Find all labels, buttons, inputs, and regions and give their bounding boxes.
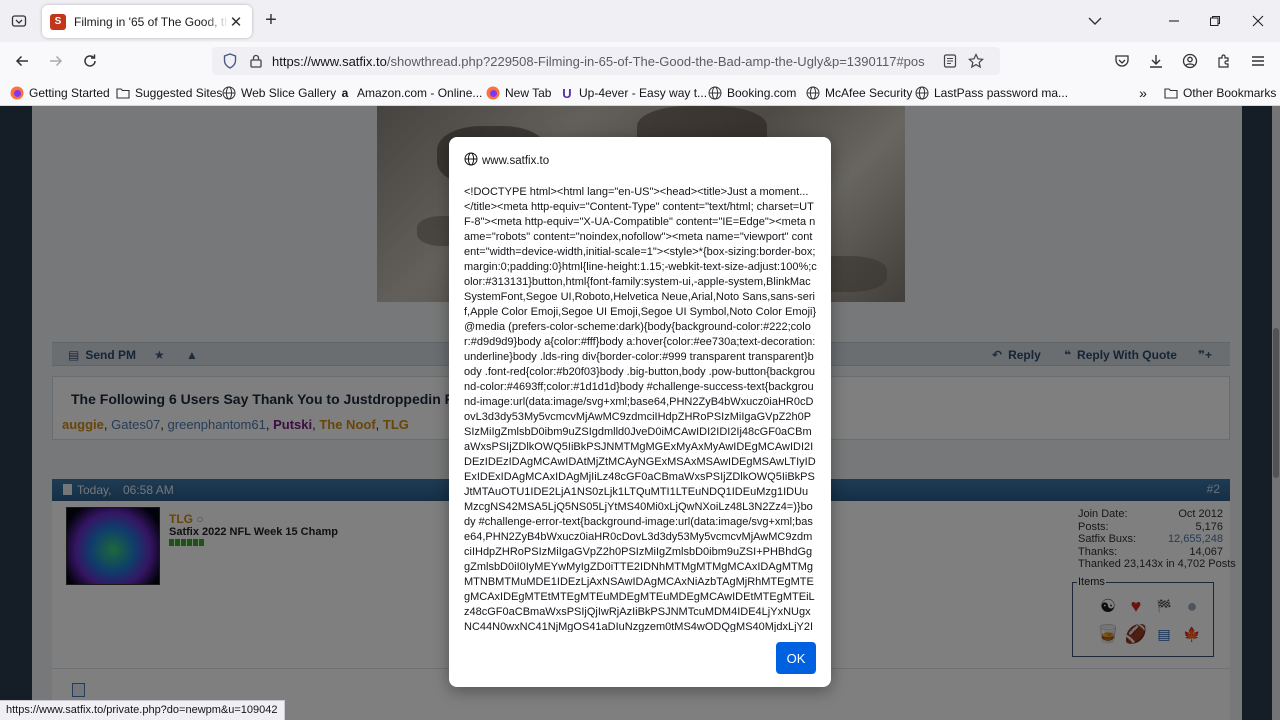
bookmark-label: Amazon.com - Online... (357, 86, 483, 100)
restore-button[interactable] (1201, 8, 1229, 34)
url-text[interactable]: https://www.satfix.to/showthread.php?229… (272, 54, 934, 69)
close-icon (1252, 15, 1264, 27)
downloads-button[interactable] (1144, 50, 1168, 72)
chevron-down-icon (1088, 17, 1102, 25)
app-menu-button[interactable] (1246, 50, 1270, 72)
lock-icon[interactable] (246, 54, 266, 68)
bookmark-star-icon[interactable] (966, 53, 986, 69)
alert-dialog: www.satfix.to <!DOCTYPE html><html lang=… (449, 137, 831, 687)
bookmark-lastpass[interactable]: LastPass password ma... (915, 84, 1068, 102)
tab-active[interactable]: S Filming in '65 of The Good, the Bad an… (42, 5, 252, 38)
puzzle-piece-icon (1218, 54, 1229, 68)
extensions-button[interactable] (1212, 50, 1236, 72)
folder-icon (116, 86, 130, 100)
u-icon: U (562, 85, 572, 101)
tracking-protection-shield-icon[interactable] (220, 53, 240, 69)
status-bar-link: https://www.satfix.to/private.php?do=new… (0, 700, 285, 720)
new-tab-button[interactable]: + (260, 10, 282, 32)
bookmark-label: Up-4ever - Easy way t... (579, 86, 708, 100)
back-button[interactable] (10, 50, 34, 72)
bookmark-booking[interactable]: Booking.com (708, 84, 796, 102)
bookmarks-overflow-button[interactable]: » (1136, 84, 1155, 102)
reload-button[interactable] (78, 50, 102, 72)
url-path: /showthread.php?229508-Filming-in-65-of-… (386, 53, 925, 69)
dialog-origin-text: www.satfix.to (482, 154, 550, 167)
tab-list-button[interactable] (8, 10, 30, 32)
globe-icon (915, 86, 929, 100)
pocket-button[interactable] (1110, 50, 1134, 72)
tab-title: Filming in '65 of The Good, the Bad and … (74, 14, 228, 29)
restore-icon (1210, 16, 1220, 26)
ok-button[interactable]: OK (776, 642, 816, 674)
other-bookmarks-label: Other Bookmarks (1183, 86, 1277, 100)
bookmark-new-tab[interactable]: New Tab (486, 84, 551, 102)
close-tab-icon[interactable]: ✕ (228, 13, 244, 31)
satfix-favicon-icon: S (50, 13, 66, 30)
bookmark-label: Booking.com (727, 86, 797, 100)
pocket-icon (1115, 55, 1129, 67)
bookmarks-toolbar: Getting Started Suggested Sites Web Slic… (0, 80, 1280, 106)
tab-bar: S Filming in '65 of The Good, the Bad an… (0, 0, 1280, 42)
forward-button[interactable] (44, 50, 68, 72)
bookmark-label: Web Slice Gallery (241, 86, 337, 100)
folder-icon (1164, 86, 1178, 100)
bookmark-web-slice-gallery[interactable]: Web Slice Gallery (222, 84, 336, 102)
bookmark-label: LastPass password ma... (934, 86, 1069, 100)
account-button[interactable] (1178, 50, 1202, 72)
bookmark-label: Getting Started (29, 86, 110, 100)
other-bookmarks[interactable]: Other Bookmarks (1164, 84, 1276, 102)
account-icon (1182, 53, 1198, 69)
bookmark-mcafee[interactable]: McAfee Security (806, 84, 912, 102)
reload-icon (84, 54, 96, 67)
minimize-button[interactable] (1160, 8, 1188, 34)
back-arrow-icon (15, 55, 28, 67)
bookmark-label: McAfee Security (825, 86, 913, 100)
bookmark-label: Suggested Sites (135, 86, 223, 100)
globe-icon (222, 86, 236, 100)
double-chevron-right-icon: » (1139, 85, 1147, 101)
firefox-icon (10, 86, 24, 100)
firefox-icon (486, 86, 500, 100)
close-window-button[interactable] (1244, 8, 1272, 34)
bookmark-label: New Tab (505, 86, 552, 100)
reader-view-icon[interactable] (940, 54, 960, 68)
dialog-message: <!DOCTYPE html><html lang="en-US"><head>… (464, 186, 817, 632)
amazon-icon: a (341, 86, 349, 100)
hamburger-menu-icon (1252, 56, 1264, 66)
minimize-icon (1169, 20, 1179, 22)
download-icon (1150, 55, 1162, 68)
url-host: https://www.satfix.to (272, 53, 387, 69)
forward-arrow-icon (50, 55, 63, 67)
tab-list-icon (11, 15, 27, 27)
globe-icon (708, 86, 722, 100)
url-bar[interactable]: https://www.satfix.to/showthread.php?229… (212, 47, 1000, 75)
dialog-origin: www.satfix.to (464, 152, 549, 169)
bookmark-suggested-sites[interactable]: Suggested Sites (116, 84, 222, 102)
globe-icon (464, 152, 478, 169)
bookmark-amazon[interactable]: a Amazon.com - Online... (338, 84, 483, 102)
bookmark-up-4ever[interactable]: U Up-4ever - Easy way t... (560, 84, 707, 102)
navigation-toolbar: https://www.satfix.to/showthread.php?229… (0, 42, 1280, 80)
list-all-tabs-button[interactable] (1081, 8, 1109, 34)
globe-icon (806, 86, 820, 100)
bookmark-getting-started[interactable]: Getting Started (10, 84, 110, 102)
